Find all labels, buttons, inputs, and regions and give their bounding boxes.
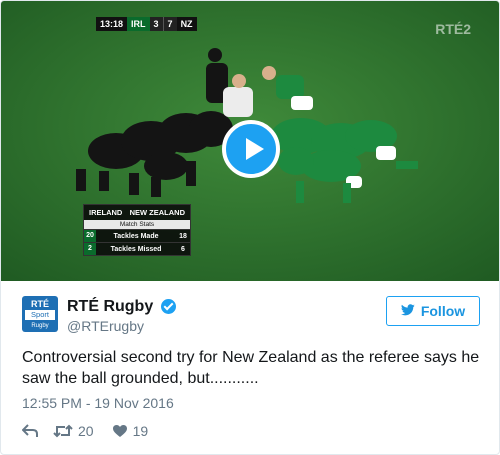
channel-logo: RTÉ2 [435, 21, 471, 37]
scorebug: 13:18 IRL 3 7 NZ [96, 17, 197, 31]
stats-row: 2 Tackles Missed 6 [84, 242, 190, 255]
tweet-timestamp[interactable]: 12:55 PM - 19 Nov 2016 [22, 395, 174, 411]
stats-subtitle: Match Stats [84, 220, 190, 229]
twitter-bird-icon [400, 303, 415, 319]
avatar-line3: Rugby [31, 323, 49, 329]
team2-score: 7 [162, 17, 177, 31]
team2-label: NZ [176, 17, 197, 31]
reply-icon [22, 424, 38, 437]
retweet-button[interactable]: 20 [53, 423, 94, 439]
heart-icon [112, 425, 127, 437]
tweet-card: 13:18 IRL 3 7 NZ RTÉ2 IRELAND NEW ZEALAN… [0, 0, 500, 455]
like-button[interactable]: 19 [112, 423, 149, 439]
stats-team2: NEW ZEALAND [129, 208, 185, 217]
stats-team2-value: 6 [181, 245, 185, 253]
stats-team1-value: 2 [84, 243, 96, 255]
play-button[interactable] [222, 120, 280, 178]
stats-label: Tackles Made [113, 232, 159, 240]
display-name[interactable]: RTÉ Rugby [67, 298, 153, 316]
avatar[interactable]: RTÉ Sport Rugby [22, 296, 58, 332]
reply-button[interactable] [22, 424, 42, 438]
retweet-icon [53, 424, 73, 438]
video-thumbnail[interactable]: 13:18 IRL 3 7 NZ RTÉ2 IRELAND NEW ZEALAN… [1, 1, 499, 281]
stats-team1: IRELAND [89, 208, 123, 217]
play-icon [246, 138, 264, 160]
stats-team1-value: 20 [84, 230, 96, 242]
avatar-line1: RTÉ [31, 299, 49, 309]
match-clock: 13:18 [96, 17, 128, 31]
tweet-actions: 20 19 [22, 422, 148, 440]
tweet-body: RTÉ Sport Rugby RTÉ Rugby @RTErugby Foll… [1, 281, 499, 454]
tweet-text: Controversial second try for New Zealand… [22, 349, 480, 387]
verified-icon [161, 299, 176, 314]
retweet-count: 20 [78, 423, 94, 439]
follow-button[interactable]: Follow [386, 296, 480, 326]
like-count: 19 [132, 423, 149, 439]
stats-team2-value: 18 [179, 232, 187, 240]
match-stats-panel: IRELAND NEW ZEALAND Match Stats 20 Tackl… [83, 204, 191, 256]
stats-header: IRELAND NEW ZEALAND [84, 205, 190, 220]
follow-label: Follow [420, 303, 466, 319]
stats-row: 20 Tackles Made 18 [84, 229, 190, 242]
team1-label: IRL [127, 17, 150, 31]
team1-score: 3 [149, 17, 163, 31]
user-handle[interactable]: @RTErugby [67, 318, 144, 334]
avatar-line2: Sport [25, 310, 55, 320]
stats-label: Tackles Missed [110, 245, 162, 253]
